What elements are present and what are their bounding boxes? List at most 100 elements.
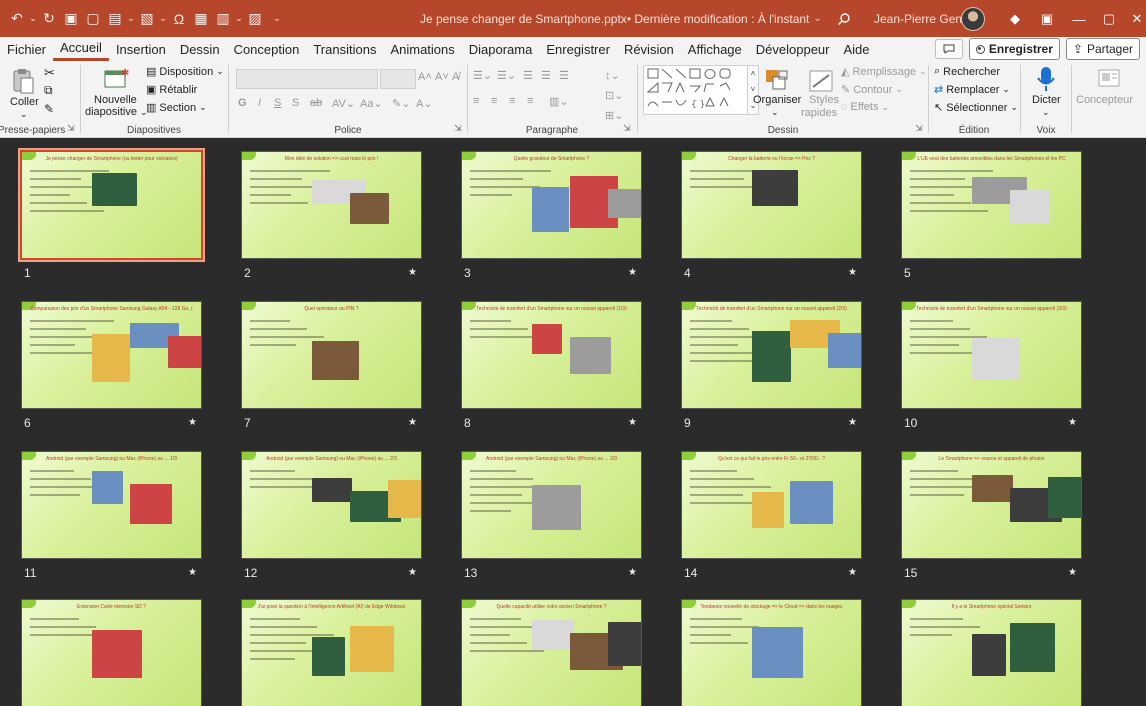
copy-icon[interactable]: ⧉ [44, 83, 53, 98]
diamond-icon[interactable]: ◆ [1004, 8, 1026, 30]
select-button[interactable]: ↖ Sélectionner ⌄ [934, 101, 1018, 115]
comment-icon[interactable] [934, 39, 963, 59]
replace-button[interactable]: ⇄ Remplacer ⌄ [934, 83, 1010, 97]
dropdown-chevron-icon[interactable]: ⌄ [126, 6, 136, 32]
tab-affichage[interactable]: Affichage [681, 37, 749, 61]
decrease-font-icon[interactable]: A˅ [435, 71, 449, 83]
align-center-icon[interactable]: ≡ [491, 95, 497, 107]
new-slide-button[interactable]: diapositive ⌄ [85, 106, 148, 118]
avatar[interactable] [961, 7, 985, 31]
bold-icon[interactable]: G [238, 97, 247, 109]
slide-thumbnail[interactable]: Android (par exemple Samsung) ou Mac (iP… [242, 452, 421, 558]
symbol-icon[interactable]: Ω [168, 6, 190, 32]
designer-icon[interactable] [1095, 65, 1123, 93]
picture-icon[interactable]: ▧ [136, 6, 158, 32]
line-spacing-icon[interactable]: ☰ [559, 69, 569, 82]
slide-thumbnail[interactable]: Comparaison des prix d'un Smartphone Sam… [22, 302, 201, 408]
slide-thumbnail[interactable]: Quelle capacité utilise votre ancien Sma… [462, 600, 641, 706]
new-slide-label[interactable]: Nouvelle [94, 94, 137, 106]
user-name[interactable]: Jean-Pierre Gentil [874, 0, 971, 37]
customize-toolbar-icon[interactable]: ⌄ [266, 6, 288, 32]
outline-button[interactable]: ✎ Contour ⌄ [841, 83, 903, 97]
justify-icon[interactable]: ≡ [527, 95, 533, 107]
tab-accueil[interactable]: Accueil [53, 37, 109, 61]
slide-thumbnail[interactable]: Tendance nouvelle de stockage => le Clou… [682, 600, 861, 706]
section-button[interactable]: ▥ Section ⌄ [146, 101, 207, 115]
record-button[interactable]: Enregistrer [968, 38, 1060, 60]
slide-thumbnail[interactable]: L'UE veut des batteries amovibles dans l… [902, 152, 1081, 258]
paste-button[interactable]: Coller [10, 96, 39, 108]
tab-revision[interactable]: Révision [617, 37, 681, 61]
paste-icon[interactable] [9, 67, 37, 95]
arrange-button[interactable]: Organiser [753, 94, 801, 106]
slide-thumbnail[interactable]: J'ai posé la question à l'intelligence A… [242, 600, 421, 706]
slide-thumbnail[interactable]: Android (par exemple Samsung) ou Mac (iP… [462, 452, 641, 558]
char-spacing-icon[interactable]: AV⌄ [332, 97, 355, 110]
slide-thumbnail[interactable]: Le Smartphone => source et appareil de p… [902, 452, 1081, 558]
decrease-indent-icon[interactable]: ☰ [523, 69, 533, 82]
dialog-launcher-icon[interactable]: ⇲ [67, 123, 75, 134]
chevron-down-icon[interactable]: ⌄ [771, 107, 779, 118]
redo-icon[interactable]: ↻ [38, 6, 60, 32]
tab-conception[interactable]: Conception [227, 37, 307, 61]
change-case-icon[interactable]: Aa⌄ [360, 97, 383, 110]
table-icon[interactable]: ▦ [190, 6, 212, 32]
slideshow-icon[interactable]: ▤ [104, 6, 126, 32]
align-text-icon[interactable]: ⊡⌄ [605, 89, 623, 102]
paste-chevron-icon[interactable]: ⌄ [20, 109, 28, 120]
chevron-down-icon[interactable]: ⌄ [1042, 107, 1050, 118]
maximize-icon[interactable]: ▢ [1098, 8, 1120, 30]
new-slide-icon[interactable]: ✱ [102, 65, 130, 93]
slide-thumbnail[interactable]: Qu'est ce qui fait le prix entre Fr 50.-… [682, 452, 861, 558]
underline-icon[interactable]: S [274, 97, 281, 109]
format-painter-icon[interactable]: ✎ [44, 102, 54, 116]
align-left-icon[interactable]: ≡ [473, 95, 479, 107]
smartart-icon[interactable]: ⊞⌄ [605, 109, 623, 122]
microphone-icon[interactable] [1032, 65, 1060, 93]
tab-aide[interactable]: Aide [836, 37, 876, 61]
undo-icon[interactable]: ↶ [6, 6, 28, 32]
shadow-icon[interactable]: S [292, 97, 299, 109]
minimize-icon[interactable]: — [1068, 8, 1090, 30]
text-direction-icon[interactable]: ↕⌄ [605, 69, 620, 82]
slide-thumbnail[interactable]: Mon idée de solution => cout mais le pri… [242, 152, 421, 258]
dialog-launcher-icon[interactable]: ⇲ [623, 123, 631, 134]
bullets-icon[interactable]: ☰⌄ [473, 69, 492, 82]
increase-indent-icon[interactable]: ☰ [541, 69, 551, 82]
font-size-input[interactable] [380, 69, 416, 89]
fill-button[interactable]: ◭ Remplissage ⌄ [841, 65, 927, 79]
slide-thumbnail[interactable]: Changer la batterie ou l'écran => Prix ? [682, 152, 861, 258]
quick-styles-label[interactable]: Styles [809, 94, 839, 106]
slide-thumbnail[interactable]: Extension Carte mémoire SD ? [22, 600, 201, 706]
designer-button[interactable]: Concepteur [1076, 94, 1133, 106]
tab-developpeur[interactable]: Développeur [749, 37, 837, 61]
align-right-icon[interactable]: ≡ [509, 95, 515, 107]
clear-format-icon[interactable]: A̸ [452, 71, 459, 83]
slide-thumbnail[interactable]: Android (par exemple Samsung) ou Mac (iP… [22, 452, 201, 558]
dropdown-chevron-icon[interactable]: ⌄ [234, 6, 244, 32]
slide-thumbnail[interactable]: Il y a le Smartphone spécial Seniors [902, 600, 1081, 706]
arrange-icon[interactable] [763, 67, 791, 95]
layout-button[interactable]: ▤ Disposition ⌄ [146, 65, 224, 79]
shapes-gallery[interactable]: { } [643, 65, 749, 115]
effects-button[interactable]: ◌ Effets ⌄ [841, 101, 889, 113]
tab-dessin[interactable]: Dessin [173, 37, 227, 61]
slide-thumbnail[interactable]: Quelle grandeur de Smartphone ? [462, 152, 641, 258]
quick-styles-label-2[interactable]: rapides [801, 107, 837, 119]
dialog-launcher-icon[interactable]: ⇲ [454, 123, 462, 134]
reset-button[interactable]: ▣ Rétablir [146, 83, 197, 97]
slide-thumbnail[interactable]: Technicité de transfert d'un Smartphone … [902, 302, 1081, 408]
shapes-scroll[interactable]: ˄ ˅ ⌄ [747, 65, 759, 115]
highlight-icon[interactable]: ✎⌄ [392, 97, 410, 110]
slide-thumbnail[interactable]: Quel opérateur ou PIN ? [242, 302, 421, 408]
slide-thumbnail[interactable]: Technicité de transfert d'un Smartphone … [682, 302, 861, 408]
dialog-launcher-icon[interactable]: ⇲ [915, 123, 923, 134]
new-slide-icon[interactable]: ▢ [82, 6, 104, 32]
columns-icon[interactable]: ▥⌄ [549, 95, 569, 108]
dropdown-chevron-icon[interactable]: ⌄ [28, 6, 38, 32]
tab-fichier[interactable]: Fichier [0, 37, 53, 61]
dropdown-chevron-icon[interactable]: ⌄ [158, 6, 168, 32]
slide-thumbnail[interactable]: Technicité de transfert d'un Smartphone … [462, 302, 641, 408]
tab-insertion[interactable]: Insertion [109, 37, 173, 61]
ribbon-display-icon[interactable]: ▣ [1036, 8, 1058, 30]
